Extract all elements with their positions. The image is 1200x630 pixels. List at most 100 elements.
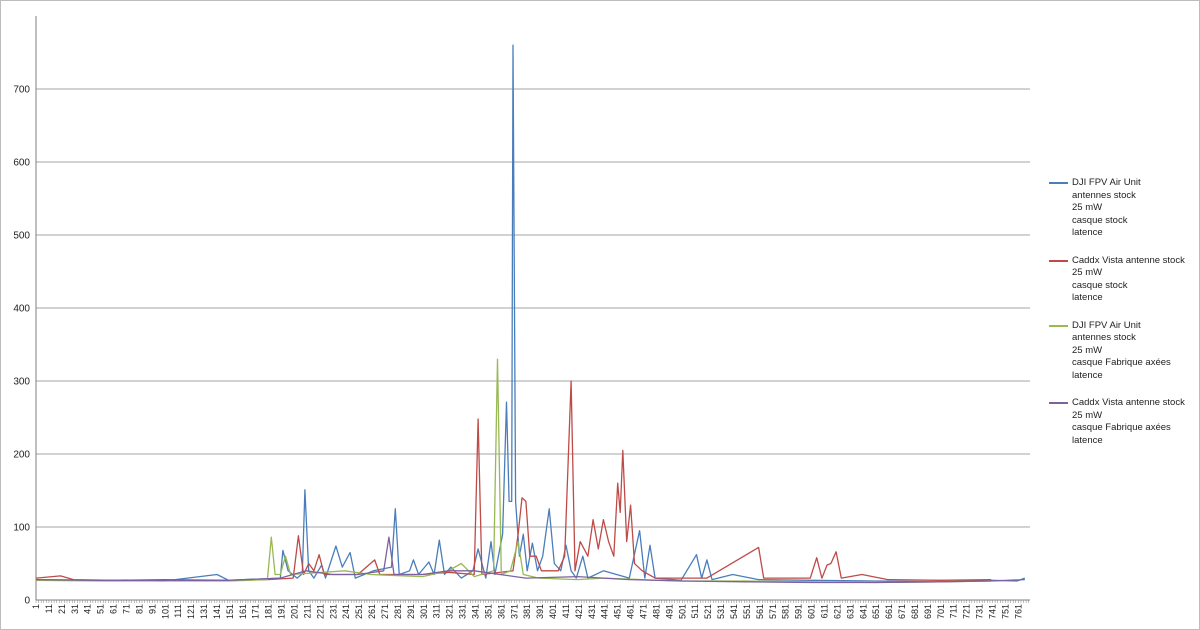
x-tick-label: 571	[768, 604, 778, 619]
x-tick-label: 611	[819, 604, 829, 618]
x-tick-label: 271	[380, 604, 390, 619]
x-tick-label: 371	[509, 604, 519, 619]
x-tick-label: 21	[57, 604, 67, 614]
x-tick-label: 501	[677, 604, 687, 619]
x-tick-label: 211	[302, 604, 312, 618]
x-tick-label: 681	[910, 604, 920, 619]
x-tick-label: 581	[781, 604, 791, 619]
x-tick-label: 281	[393, 604, 403, 619]
x-tick-label: 61	[109, 604, 119, 614]
series-line-1	[35, 44, 1026, 583]
legend-label: DJI FPV Air Unit antennes stock 25 mW ca…	[1072, 319, 1171, 381]
x-tick-label: 251	[354, 604, 364, 619]
x-tick-label: 651	[871, 604, 881, 619]
x-tick-label: 491	[664, 604, 674, 619]
legend-item-2: Caddx Vista antenne stock 25 mW casque s…	[1049, 255, 1194, 305]
y-tick-label: 500	[13, 231, 30, 242]
x-tick-label: 391	[535, 604, 545, 619]
x-tick-label: 641	[858, 604, 868, 619]
x-tick-label: 301	[419, 604, 429, 619]
x-tick-label: 341	[470, 604, 480, 619]
x-tick-label: 331	[458, 604, 468, 619]
x-tick-label: 741	[988, 604, 998, 619]
x-tick-label: 691	[923, 604, 933, 619]
legend: DJI FPV Air Unit antennes stock 25 mW ca…	[1049, 177, 1194, 462]
legend-label: Caddx Vista antenne stock 25 mW casque s…	[1072, 254, 1185, 304]
legend-item-3: DJI FPV Air Unit antennes stock 25 mW ca…	[1049, 320, 1194, 383]
x-tick-label: 311	[432, 604, 442, 618]
x-tick-label: 71	[121, 604, 131, 614]
legend-label: Caddx Vista antenne stock 25 mW casque F…	[1072, 397, 1185, 446]
x-tick-label: 31	[70, 604, 80, 614]
legend-item-1: DJI FPV Air Unit antennes stock 25 mW ca…	[1049, 177, 1194, 240]
x-tick-label: 51	[96, 604, 106, 614]
y-tick-label: 700	[13, 85, 30, 96]
x-tick-label: 531	[716, 604, 726, 619]
x-tick-label: 561	[755, 604, 765, 619]
y-tick-label: 400	[13, 304, 30, 315]
legend-swatch	[1049, 402, 1068, 404]
x-tick-label: 551	[742, 604, 752, 619]
x-tick-label: 1	[31, 604, 41, 609]
x-tick-label: 451	[613, 604, 623, 619]
x-tick-label: 601	[807, 604, 817, 619]
x-tick-label: 721	[962, 604, 972, 619]
x-tick-label: 351	[483, 604, 493, 619]
x-tick-label: 401	[548, 604, 558, 619]
series-line-3	[35, 358, 992, 584]
legend-item-4: Caddx Vista antenne stock 25 mW casque F…	[1049, 397, 1194, 447]
x-tick-label: 541	[729, 604, 739, 619]
y-tick-label: 300	[13, 377, 30, 388]
y-tick-label: 600	[13, 158, 30, 169]
series-line-2	[35, 380, 992, 581]
x-tick-label: 521	[703, 604, 713, 619]
x-tick-label: 241	[341, 604, 351, 619]
x-tick-label: 41	[83, 604, 93, 614]
x-tick-label: 91	[147, 604, 157, 614]
y-tick-label: 100	[13, 523, 30, 534]
x-tick-label: 751	[1000, 604, 1010, 619]
x-tick-label: 121	[186, 604, 196, 619]
x-tick-label: 171	[251, 604, 261, 619]
x-tick-label: 231	[328, 604, 338, 619]
x-tick-label: 151	[225, 604, 235, 619]
x-tick-label: 481	[651, 604, 661, 619]
legend-swatch	[1049, 182, 1068, 184]
legend-label: DJI FPV Air Unit antennes stock 25 mW ca…	[1072, 177, 1141, 238]
legend-swatch	[1049, 324, 1068, 327]
x-tick-label: 631	[845, 604, 855, 619]
x-tick-label: 511	[690, 604, 700, 618]
chart-area: 0 100 200 300 400 500 600 700 1 11 21 31 41 51 61 71 81 9…	[0, 0, 1200, 630]
x-tick-label: 701	[936, 604, 946, 619]
x-tick-label: 441	[600, 604, 610, 619]
x-tick-label: 181	[264, 604, 274, 619]
x-tick-label: 421	[574, 604, 584, 619]
x-tick-label: 81	[134, 604, 144, 614]
x-tick-label: 201	[290, 604, 300, 619]
x-tick-label: 101	[160, 604, 170, 619]
x-tick-label: 461	[626, 604, 636, 619]
x-tick-label: 711	[949, 604, 959, 618]
x-tick-label: 671	[897, 604, 907, 619]
x-tick-label: 261	[367, 604, 377, 619]
x-tick-label: 221	[315, 604, 325, 619]
x-tick-label: 131	[199, 604, 209, 619]
x-tick-label: 761	[1013, 604, 1023, 619]
x-tick-label: 141	[212, 604, 222, 619]
x-tick-label: 411	[561, 604, 571, 618]
x-tick-label: 431	[587, 604, 597, 619]
x-tick-label: 471	[639, 604, 649, 619]
x-tick-label: 381	[522, 604, 532, 619]
x-tick-label: 621	[832, 604, 842, 619]
x-tick-label: 591	[794, 604, 804, 619]
x-tick-label: 661	[884, 604, 894, 619]
y-tick-label: 0	[24, 596, 30, 607]
x-tick-label: 111	[173, 604, 183, 618]
x-tick-label: 321	[445, 604, 455, 619]
x-tick-label: 291	[406, 604, 416, 619]
y-tick-label: 200	[13, 450, 30, 461]
x-tick-label: 11	[44, 604, 54, 613]
plot-area: 01002003004005006007001 11 21 31 41 51 61 71 81 9…	[13, 16, 1030, 619]
x-tick-label: 361	[496, 604, 506, 619]
x-tick-label: 161	[238, 604, 248, 619]
